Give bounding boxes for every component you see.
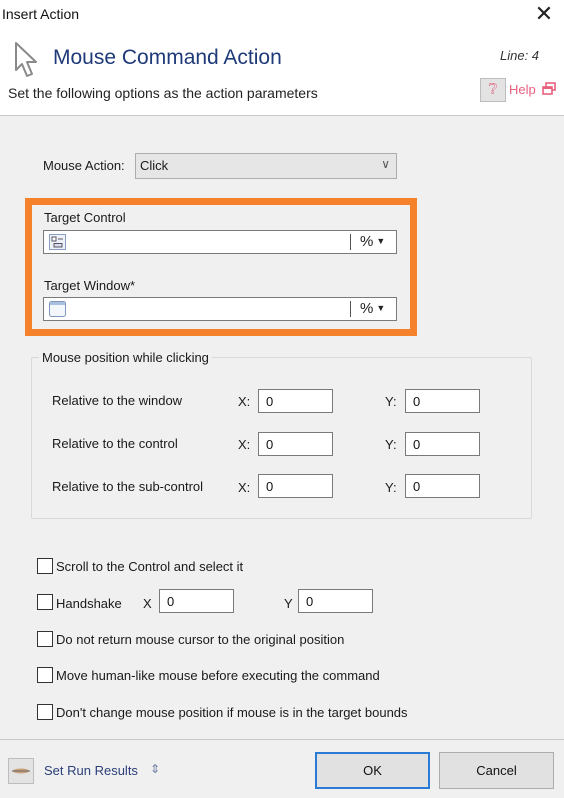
mouse-action-select[interactable]: Click ∨ xyxy=(135,153,397,179)
footer-divider xyxy=(0,739,564,740)
x-label: X: xyxy=(238,437,251,452)
window-y-input[interactable]: 0 xyxy=(405,389,480,413)
position-row-label: Relative to the control xyxy=(52,436,178,451)
target-control-label: Target Control xyxy=(44,210,126,225)
cancel-button[interactable]: Cancel xyxy=(439,752,554,789)
dialog-title: Mouse Command Action xyxy=(53,46,282,69)
help-icon: ❔︎ xyxy=(488,81,498,98)
dropdown-arrow-icon: ▼ xyxy=(376,303,386,313)
help-button[interactable]: ❔︎ xyxy=(480,78,506,102)
human-like-mouse-checkbox[interactable] xyxy=(37,667,53,683)
handshake-checkbox[interactable] xyxy=(37,594,53,610)
dialog-subtitle: Set the following options as the action … xyxy=(8,85,318,101)
variable-menu-button[interactable]: % ▼ xyxy=(360,300,385,317)
run-results-icon xyxy=(12,768,30,774)
scroll-to-control-label: Scroll to the Control and select it xyxy=(56,559,244,574)
no-return-cursor-checkbox[interactable] xyxy=(37,631,53,647)
y-label: Y: xyxy=(385,437,397,452)
window-icon xyxy=(49,301,66,317)
target-window-label: Target Window* xyxy=(44,278,136,293)
dropdown-arrow-icon: ▼ xyxy=(376,236,386,246)
run-results-button[interactable] xyxy=(8,758,34,784)
field-separator xyxy=(350,234,351,250)
popout-icon[interactable] xyxy=(542,82,556,96)
position-row-label: Relative to the window xyxy=(52,393,183,408)
help-link[interactable]: Help xyxy=(509,82,536,97)
line-indicator: Line: 4 xyxy=(500,48,540,63)
keep-position-in-bounds-label: Don't change mouse position if mouse is … xyxy=(56,705,408,720)
control-icon xyxy=(49,234,66,250)
mouse-position-group-title: Mouse position while clicking xyxy=(39,350,212,365)
human-like-mouse-label: Move human-like mouse before executing t… xyxy=(56,668,380,683)
mouse-cursor-icon xyxy=(15,42,37,77)
mouse-action-value: Click xyxy=(140,158,169,173)
keep-position-in-bounds-checkbox[interactable] xyxy=(37,704,53,720)
handshake-label: Handshake xyxy=(56,596,122,611)
target-window-field[interactable]: % ▼ xyxy=(43,297,397,321)
handshake-x-input[interactable]: 0 xyxy=(159,589,234,613)
scroll-to-control-checkbox[interactable] xyxy=(37,558,53,574)
handshake-y-label: Y xyxy=(284,596,293,611)
handshake-y-input[interactable]: 0 xyxy=(298,589,373,613)
target-control-field[interactable]: % ▼ xyxy=(43,230,397,254)
variable-menu-button[interactable]: % ▼ xyxy=(360,233,385,250)
close-icon[interactable]: ✕ xyxy=(533,2,555,26)
mouse-action-label: Mouse Action: xyxy=(43,158,125,173)
y-label: Y: xyxy=(385,394,397,409)
set-run-results-link[interactable]: Set Run Results xyxy=(44,763,138,778)
x-label: X: xyxy=(238,394,251,409)
window-title: Insert Action xyxy=(2,6,80,22)
field-separator xyxy=(350,301,351,317)
no-return-cursor-label: Do not return mouse cursor to the origin… xyxy=(56,632,345,647)
ok-button[interactable]: OK xyxy=(315,752,430,789)
handshake-x-label: X xyxy=(143,596,152,611)
control-y-input[interactable]: 0 xyxy=(405,432,480,456)
expand-icon[interactable]: ⇕ xyxy=(150,762,160,776)
y-label: Y: xyxy=(385,480,397,495)
subcontrol-x-input[interactable]: 0 xyxy=(258,474,333,498)
window-x-input[interactable]: 0 xyxy=(258,389,333,413)
position-row-label: Relative to the sub-control xyxy=(52,479,204,494)
x-label: X: xyxy=(238,480,251,495)
chevron-down-icon: ∨ xyxy=(381,157,390,171)
control-x-input[interactable]: 0 xyxy=(258,432,333,456)
subcontrol-y-input[interactable]: 0 xyxy=(405,474,480,498)
